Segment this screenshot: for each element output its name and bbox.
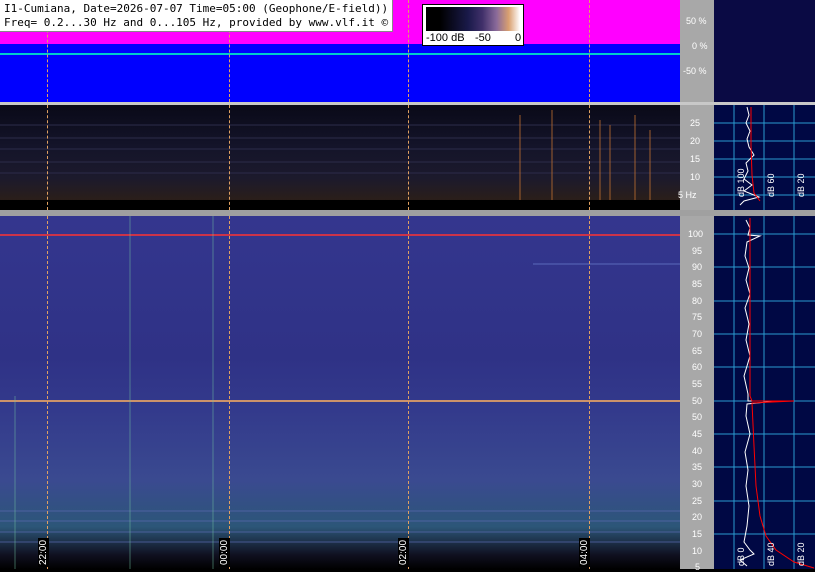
- time-gridline: [589, 216, 590, 569]
- time-gridline: [229, 216, 230, 569]
- axis-tick: 75: [692, 312, 703, 322]
- axis-tick: 20: [690, 136, 701, 146]
- axis-tick: 60: [692, 362, 703, 372]
- axis-tick: 40: [692, 446, 703, 456]
- axis-tick: 50: [692, 412, 703, 422]
- time-gridline: [408, 216, 409, 569]
- colorbar-high-label: 0: [515, 32, 522, 44]
- axis-tick: 45: [692, 429, 703, 439]
- low-freq-axis: 25 20 15 10 5 Hz: [678, 105, 714, 210]
- axis-tick: 90: [692, 262, 703, 272]
- axis-tick: 100: [688, 229, 704, 239]
- colorbar: -100 dB -50 0: [422, 4, 524, 46]
- time-gridline: [589, 0, 590, 102]
- axis-tick: 15: [690, 154, 701, 164]
- axis-tick: 65: [692, 346, 703, 356]
- spectrum-scale-label: dB 60: [766, 173, 776, 197]
- low-freq-spectrogram: [0, 105, 680, 210]
- time-label: 22:00: [38, 537, 49, 567]
- amplitude-axis: 50 % 0 % -50 %: [680, 0, 714, 102]
- time-label: 04:00: [579, 537, 590, 567]
- axis-tick: 5 Hz: [678, 190, 697, 200]
- axis-tick: -50 %: [683, 66, 707, 76]
- spectrum-scale-label: dB 20: [796, 542, 806, 566]
- time-label: 02:00: [398, 537, 409, 567]
- axis-tick: 10: [692, 546, 703, 556]
- axis-tick: 20: [692, 512, 703, 522]
- colorbar-low-label: -100 dB: [426, 32, 465, 44]
- axis-tick: 35: [692, 462, 703, 472]
- axis-tick: 55: [692, 379, 703, 389]
- time-gridline: [589, 105, 590, 210]
- title-line-2: Freq= 0.2...30 Hz and 0...105 Hz, provid…: [4, 16, 389, 29]
- axis-tick: 5: [695, 562, 701, 572]
- colorbar-gradient: [426, 7, 520, 31]
- axis-tick: 50 %: [686, 16, 707, 26]
- spectrum-scale-label: dB 20: [796, 173, 806, 197]
- high-freq-spectrogram: 22:00 00:00 02:00 04:00: [0, 216, 680, 569]
- low-freq-spectrum-panel: dB 100 dB 60 dB 20: [714, 105, 815, 210]
- time-label: 00:00: [219, 537, 230, 567]
- top-right-blank: [714, 0, 815, 102]
- title-line-1: I1-Cumiana, Date=2026-07-07 Time=05:00 (…: [4, 2, 389, 15]
- time-gridline: [47, 216, 48, 569]
- axis-tick: 30: [692, 479, 703, 489]
- high-freq-texture: [0, 216, 680, 569]
- time-gridline: [229, 105, 230, 210]
- time-gridline: [47, 105, 48, 210]
- axis-tick: 25: [690, 118, 701, 128]
- time-gridline: [408, 105, 409, 210]
- axis-tick: 85: [692, 279, 703, 289]
- axis-tick: 0 %: [692, 41, 708, 51]
- axis-tick: 15: [692, 529, 703, 539]
- axis-tick: 95: [692, 246, 703, 256]
- axis-tick: 80: [692, 296, 703, 306]
- axis-tick: 10: [690, 172, 701, 182]
- spectrum-scale-label: dB 40: [766, 542, 776, 566]
- time-gridline: [408, 0, 409, 102]
- zero-line: [0, 53, 680, 55]
- title-box: I1-Cumiana, Date=2026-07-07 Time=05:00 (…: [0, 0, 394, 32]
- axis-tick: 70: [692, 329, 703, 339]
- axis-tick: 25: [692, 496, 703, 506]
- spectrum-scale-label: dB 100: [736, 168, 746, 197]
- amplitude-panel: I1-Cumiana, Date=2026-07-07 Time=05:00 (…: [0, 0, 680, 102]
- low-freq-texture: [0, 110, 680, 210]
- high-freq-spectrum-grid: [714, 216, 815, 569]
- colorbar-mid-label: -50: [475, 32, 491, 44]
- axis-tick: 50: [692, 396, 703, 406]
- high-freq-axis: 100 95 90 85 80 75 70 65 60 55 50 45 50 …: [680, 216, 714, 572]
- high-freq-spectrum-panel: dB 0 dB 40 dB 20: [714, 216, 815, 569]
- spectrum-scale-label: dB 0: [736, 547, 746, 566]
